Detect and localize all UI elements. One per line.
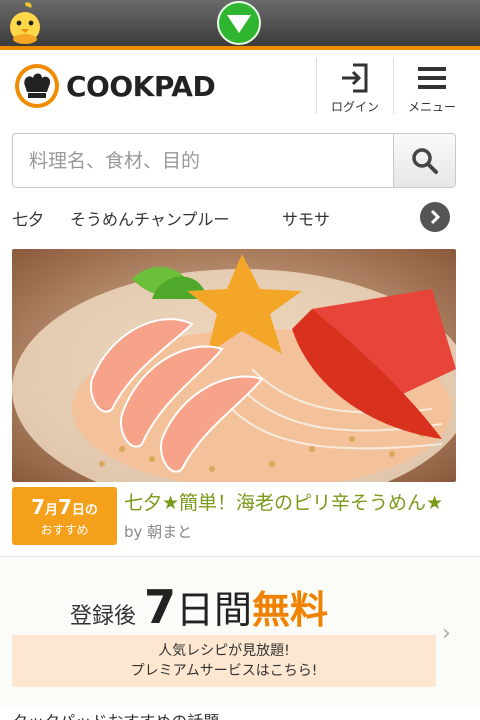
- search-button[interactable]: [393, 134, 455, 187]
- trending-keywords: 七夕 そうめんチャンプルー サモサ: [12, 200, 456, 234]
- keyword-link[interactable]: サモサ: [282, 206, 330, 230]
- premium-notice-line1: 人気レシピが見放題!: [158, 643, 290, 659]
- premium-headline: 登録後 7日間無料: [70, 579, 328, 634]
- recipe-author: by 朝まと: [124, 523, 193, 541]
- recipe-title-link[interactable]: 七夕★簡単！海老のピリ辛そうめん★ by 朝まと: [124, 489, 454, 546]
- download-arrow-icon[interactable]: [214, 1, 264, 49]
- premium-notice-line2: プレミアムサービスはこちら!: [130, 663, 318, 679]
- recommended-topics-heading: クックパッドおすすめの話題: [12, 708, 219, 720]
- badge-day-unit: 日の: [71, 503, 98, 518]
- login-label: ログイン: [330, 100, 379, 114]
- badge-month: 7: [31, 495, 45, 519]
- date-badge: 7月7日の おすすめ: [12, 487, 117, 545]
- featured-recipe-image[interactable]: [12, 249, 456, 482]
- premium-days-label: 日間: [176, 588, 253, 632]
- premium-days-number: 7: [144, 580, 177, 634]
- chevron-right-icon: [430, 209, 441, 225]
- menu-label: メニュー: [407, 100, 456, 114]
- chevron-right-icon: ›: [442, 621, 451, 646]
- login-button[interactable]: ログイン: [317, 60, 393, 116]
- logo-text: COOKPAD: [66, 69, 216, 103]
- premium-banner[interactable]: 登録後 7日間無料 人気レシピが見放題! プレミアムサービスはこちら! ›: [0, 557, 480, 707]
- search-icon: [411, 147, 438, 174]
- premium-free-label: 無料: [252, 588, 329, 632]
- recipe-title[interactable]: 七夕★簡単！海老のピリ辛そうめん★: [124, 492, 443, 514]
- site-header: COOKPAD ログイン メニュー: [0, 50, 480, 120]
- cookpad-logo[interactable]: COOKPAD: [12, 62, 216, 110]
- chick-mascot-icon: [4, 1, 46, 49]
- chef-hat-icon: [15, 64, 59, 108]
- keyword-link[interactable]: そうめんチャンプルー: [70, 206, 229, 230]
- premium-prefix: 登録後: [70, 604, 137, 629]
- hamburger-menu-icon: [418, 67, 446, 89]
- premium-notice: 人気レシピが見放題! プレミアムサービスはこちら!: [12, 635, 436, 687]
- menu-button[interactable]: メニュー: [394, 60, 470, 116]
- badge-month-unit: 月: [44, 503, 58, 518]
- search-input[interactable]: [13, 134, 393, 187]
- keyword-link[interactable]: 七夕: [12, 206, 44, 230]
- badge-day: 7: [58, 495, 72, 519]
- keywords-next-button[interactable]: [420, 202, 450, 232]
- login-icon: [342, 63, 368, 93]
- status-bar: [0, 0, 480, 46]
- search-bar: [12, 133, 456, 188]
- badge-subtitle: おすすめ: [40, 523, 89, 537]
